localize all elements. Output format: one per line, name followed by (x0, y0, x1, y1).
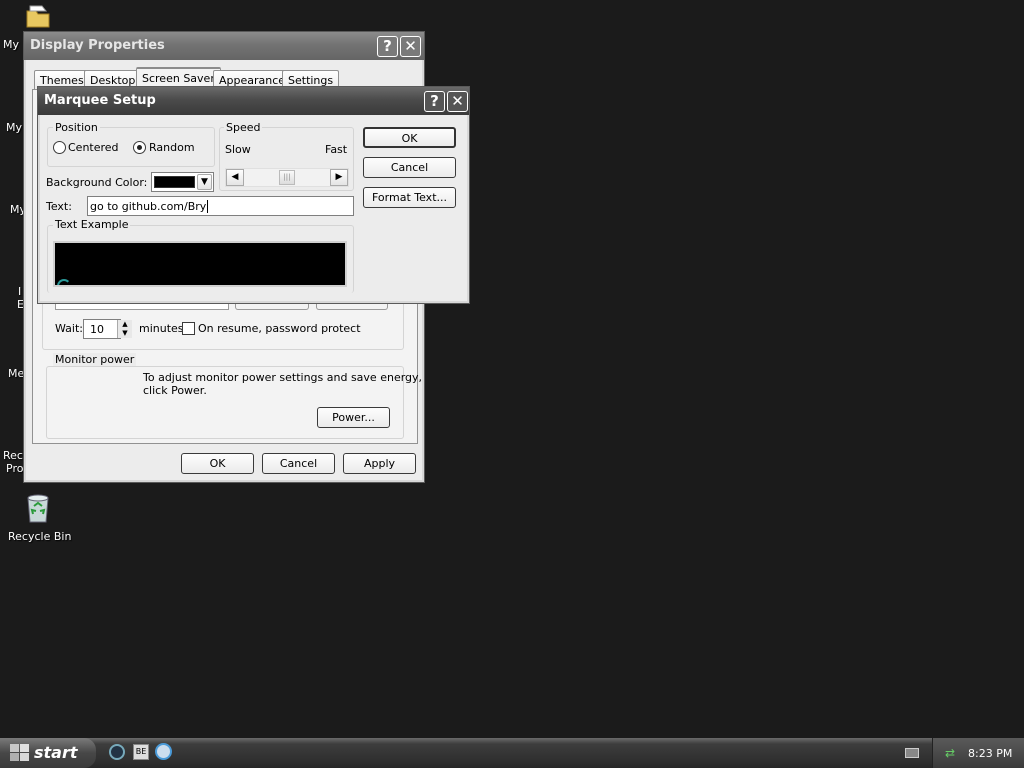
recycle-bin-icon (27, 494, 49, 523)
position-title: Position (53, 121, 100, 134)
power-button[interactable]: Power... (317, 407, 390, 428)
marquee-setup-dialog: Marquee Setup ? ✕ Position Centered Rand… (37, 86, 470, 304)
centered-label: Centered (68, 141, 119, 154)
start-label: start (34, 743, 78, 762)
wait-spinner-arrows[interactable]: ▲ ▼ (117, 320, 132, 338)
quick-launch-media-icon[interactable]: BE (133, 744, 149, 760)
background-color-label: Background Color: (46, 176, 148, 189)
network-icon[interactable]: ⇄ (945, 746, 959, 760)
recycle-bin[interactable]: Recycle Bin (8, 492, 72, 548)
text-example-preview (53, 241, 347, 287)
windows-logo-icon (10, 744, 29, 761)
desktop-label-2: My (6, 121, 23, 134)
speed-slider-right-arrow[interactable]: ▶ (330, 169, 348, 186)
speed-slider-track[interactable]: ◀ ▶ ||| (225, 168, 349, 187)
cancel-button[interactable]: Cancel (262, 453, 335, 474)
display-properties-titlebar[interactable]: Display Properties (24, 32, 424, 60)
format-text-button[interactable]: Format Text... (363, 187, 456, 208)
marquee-text-value: go to github.com/Bry (90, 200, 207, 213)
random-label: Random (149, 141, 195, 154)
text-cursor (207, 200, 209, 213)
folder-icon (26, 5, 50, 28)
quick-launch-ie-icon[interactable] (109, 744, 125, 760)
desktop-label-4: I (18, 285, 22, 298)
marquee-text-input[interactable]: go to github.com/Bry (87, 196, 354, 216)
wait-value: 10 (90, 323, 104, 336)
close-button[interactable]: ✕ (400, 36, 421, 57)
speed-slow-label: Slow (225, 143, 251, 156)
chevron-down-icon[interactable]: ▼ (197, 174, 212, 190)
desktop-label-7: Rec (3, 449, 23, 462)
wait-label: Wait: (55, 322, 83, 335)
speed-title: Speed (224, 121, 263, 134)
password-protect-label: On resume, password protect (198, 322, 361, 335)
keyboard-icon[interactable] (905, 748, 919, 758)
text-label: Text: (46, 200, 72, 213)
help-button[interactable]: ? (377, 36, 398, 57)
speed-slider-left-arrow[interactable]: ◀ (226, 169, 244, 186)
quick-launch-browser-icon[interactable] (155, 743, 172, 760)
marquee-setup-titlebar[interactable]: Marquee Setup (38, 87, 469, 115)
clock[interactable]: 8:23 PM (968, 747, 1012, 760)
desktop-label-8: Pro (6, 462, 24, 475)
text-example-title: Text Example (53, 218, 131, 231)
ok-button[interactable]: OK (181, 453, 254, 474)
marquee-ok-button[interactable]: OK (363, 127, 456, 148)
recycle-bin-label: Recycle Bin (8, 530, 72, 543)
background-color-swatch (154, 176, 195, 188)
taskbar: start BE ⇄ 8:23 PM (0, 738, 1024, 768)
marquee-help-button[interactable]: ? (424, 91, 445, 112)
dialog-title: Marquee Setup (44, 93, 156, 108)
desktop-icon-my-documents[interactable] (24, 2, 52, 30)
speed-fast-label: Fast (325, 143, 348, 156)
system-tray: ⇄ 8:23 PM (932, 738, 1024, 768)
window-title: Display Properties (30, 38, 165, 53)
monitor-power-title: Monitor power (53, 353, 137, 366)
password-protect-checkbox[interactable] (182, 322, 195, 335)
wait-spinner-input[interactable]: 10 (83, 319, 121, 339)
start-button[interactable]: start (0, 738, 96, 768)
speed-slider-thumb[interactable]: ||| (279, 170, 295, 185)
random-radio[interactable] (133, 141, 146, 154)
marquee-close-button[interactable]: ✕ (447, 91, 468, 112)
apply-button[interactable]: Apply (343, 453, 416, 474)
desktop-label-6: Me (8, 367, 25, 380)
monitor-power-line1: To adjust monitor power settings and sav… (143, 371, 423, 384)
minutes-label: minutes (139, 322, 184, 335)
centered-radio[interactable] (53, 141, 66, 154)
marquee-preview-glyph (57, 279, 71, 285)
background-color-picker[interactable]: ▼ (151, 172, 214, 192)
marquee-cancel-button[interactable]: Cancel (363, 157, 456, 178)
monitor-power-line2: click Power. (143, 384, 207, 397)
